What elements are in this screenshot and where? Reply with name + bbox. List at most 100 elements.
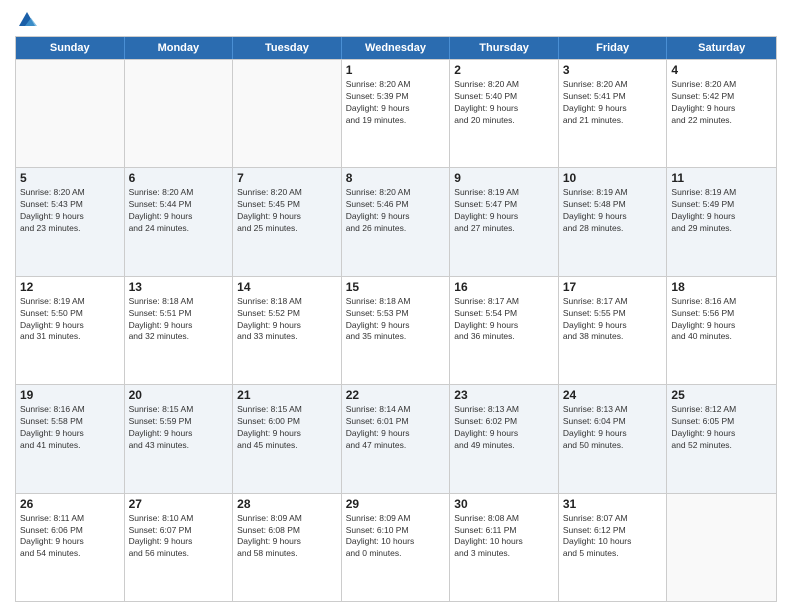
header-friday: Friday <box>559 37 668 59</box>
day-info: Sunrise: 8:17 AM Sunset: 5:55 PM Dayligh… <box>563 296 663 344</box>
cal-cell-w2-d7: 11 Sunrise: 8:19 AM Sunset: 5:49 PM Dayli… <box>667 168 776 275</box>
day-number: 21 <box>237 388 337 402</box>
day-info: Sunrise: 8:19 AM Sunset: 5:47 PM Dayligh… <box>454 187 554 235</box>
day-info: Sunrise: 8:18 AM Sunset: 5:51 PM Dayligh… <box>129 296 229 344</box>
cal-cell-w1-d1 <box>16 60 125 167</box>
cal-cell-w1-d3 <box>233 60 342 167</box>
day-info: Sunrise: 8:09 AM Sunset: 6:10 PM Dayligh… <box>346 513 446 561</box>
day-info: Sunrise: 8:09 AM Sunset: 6:08 PM Dayligh… <box>237 513 337 561</box>
cal-cell-w2-d2: 6Sunrise: 8:20 AM Sunset: 5:44 PM Daylig… <box>125 168 234 275</box>
cal-cell-w4-d6: 24 Sunrise: 8:13 AM Sunset: 6:04 PM Dayli… <box>559 385 668 492</box>
header-thursday: Thursday <box>450 37 559 59</box>
cal-cell-w4-d2: 20Sunrise: 8:15 AM Sunset: 5:59 PM Dayli… <box>125 385 234 492</box>
header-sunday: Sunday <box>16 37 125 59</box>
day-info: Sunrise: 8:10 AM Sunset: 6:07 PM Dayligh… <box>129 513 229 561</box>
week-row-1: 1 Sunrise: 8:20 AM Sunset: 5:39 PM Daylig… <box>16 59 776 167</box>
day-number: 10 <box>563 171 663 185</box>
day-info: Sunrise: 8:20 AM Sunset: 5:45 PM Dayligh… <box>237 187 337 235</box>
cal-cell-w4-d3: 21Sunrise: 8:15 AM Sunset: 6:00 PM Dayli… <box>233 385 342 492</box>
day-info: Sunrise: 8:16 AM Sunset: 5:58 PM Dayligh… <box>20 404 120 452</box>
header-tuesday: Tuesday <box>233 37 342 59</box>
cal-cell-w4-d4: 22 Sunrise: 8:14 AM Sunset: 6:01 PM Dayli… <box>342 385 451 492</box>
day-number: 12 <box>20 280 120 294</box>
day-info: Sunrise: 8:17 AM Sunset: 5:54 PM Dayligh… <box>454 296 554 344</box>
day-info: Sunrise: 8:11 AM Sunset: 6:06 PM Dayligh… <box>20 513 120 561</box>
day-info: Sunrise: 8:13 AM Sunset: 6:02 PM Dayligh… <box>454 404 554 452</box>
week-row-2: 5Sunrise: 8:20 AM Sunset: 5:43 PM Daylig… <box>16 167 776 275</box>
header <box>15 10 777 30</box>
cal-cell-w5-d6: 31 Sunrise: 8:07 AM Sunset: 6:12 PM Dayli… <box>559 494 668 601</box>
day-number: 27 <box>129 497 229 511</box>
day-number: 2 <box>454 63 554 77</box>
week-row-3: 12 Sunrise: 8:19 AM Sunset: 5:50 PM Dayli… <box>16 276 776 384</box>
day-number: 28 <box>237 497 337 511</box>
day-number: 24 <box>563 388 663 402</box>
page: Sunday Monday Tuesday Wednesday Thursday… <box>0 0 792 612</box>
cal-cell-w4-d1: 19 Sunrise: 8:16 AM Sunset: 5:58 PM Dayli… <box>16 385 125 492</box>
cal-cell-w1-d4: 1 Sunrise: 8:20 AM Sunset: 5:39 PM Daylig… <box>342 60 451 167</box>
day-number: 17 <box>563 280 663 294</box>
cal-cell-w3-d2: 13 Sunrise: 8:18 AM Sunset: 5:51 PM Dayli… <box>125 277 234 384</box>
day-number: 15 <box>346 280 446 294</box>
calendar-header: Sunday Monday Tuesday Wednesday Thursday… <box>16 37 776 59</box>
cal-cell-w5-d3: 28 Sunrise: 8:09 AM Sunset: 6:08 PM Dayli… <box>233 494 342 601</box>
cal-cell-w3-d3: 14 Sunrise: 8:18 AM Sunset: 5:52 PM Dayli… <box>233 277 342 384</box>
day-number: 4 <box>671 63 772 77</box>
day-info: Sunrise: 8:16 AM Sunset: 5:56 PM Dayligh… <box>671 296 772 344</box>
day-info: Sunrise: 8:19 AM Sunset: 5:49 PM Dayligh… <box>671 187 772 235</box>
cal-cell-w1-d7: 4 Sunrise: 8:20 AM Sunset: 5:42 PM Daylig… <box>667 60 776 167</box>
day-number: 11 <box>671 171 772 185</box>
day-number: 23 <box>454 388 554 402</box>
day-info: Sunrise: 8:12 AM Sunset: 6:05 PM Dayligh… <box>671 404 772 452</box>
day-info: Sunrise: 8:19 AM Sunset: 5:50 PM Dayligh… <box>20 296 120 344</box>
cal-cell-w1-d6: 3Sunrise: 8:20 AM Sunset: 5:41 PM Daylig… <box>559 60 668 167</box>
day-number: 16 <box>454 280 554 294</box>
cal-cell-w2-d3: 7 Sunrise: 8:20 AM Sunset: 5:45 PM Daylig… <box>233 168 342 275</box>
cal-cell-w3-d5: 16 Sunrise: 8:17 AM Sunset: 5:54 PM Dayli… <box>450 277 559 384</box>
day-number: 22 <box>346 388 446 402</box>
day-number: 1 <box>346 63 446 77</box>
day-info: Sunrise: 8:20 AM Sunset: 5:40 PM Dayligh… <box>454 79 554 127</box>
day-number: 7 <box>237 171 337 185</box>
week-row-4: 19 Sunrise: 8:16 AM Sunset: 5:58 PM Dayli… <box>16 384 776 492</box>
day-info: Sunrise: 8:07 AM Sunset: 6:12 PM Dayligh… <box>563 513 663 561</box>
day-info: Sunrise: 8:20 AM Sunset: 5:46 PM Dayligh… <box>346 187 446 235</box>
day-number: 25 <box>671 388 772 402</box>
day-number: 8 <box>346 171 446 185</box>
day-info: Sunrise: 8:20 AM Sunset: 5:42 PM Dayligh… <box>671 79 772 127</box>
cal-cell-w2-d4: 8 Sunrise: 8:20 AM Sunset: 5:46 PM Daylig… <box>342 168 451 275</box>
cal-cell-w5-d1: 26 Sunrise: 8:11 AM Sunset: 6:06 PM Dayli… <box>16 494 125 601</box>
cal-cell-w2-d6: 10Sunrise: 8:19 AM Sunset: 5:48 PM Dayli… <box>559 168 668 275</box>
cal-cell-w5-d4: 29 Sunrise: 8:09 AM Sunset: 6:10 PM Dayli… <box>342 494 451 601</box>
cal-cell-w5-d7 <box>667 494 776 601</box>
day-info: Sunrise: 8:15 AM Sunset: 5:59 PM Dayligh… <box>129 404 229 452</box>
calendar: Sunday Monday Tuesday Wednesday Thursday… <box>15 36 777 602</box>
day-number: 5 <box>20 171 120 185</box>
cal-cell-w5-d2: 27 Sunrise: 8:10 AM Sunset: 6:07 PM Dayli… <box>125 494 234 601</box>
day-number: 30 <box>454 497 554 511</box>
day-number: 13 <box>129 280 229 294</box>
cal-cell-w2-d5: 9 Sunrise: 8:19 AM Sunset: 5:47 PM Daylig… <box>450 168 559 275</box>
logo <box>15 10 39 30</box>
header-saturday: Saturday <box>667 37 776 59</box>
day-info: Sunrise: 8:14 AM Sunset: 6:01 PM Dayligh… <box>346 404 446 452</box>
day-info: Sunrise: 8:20 AM Sunset: 5:44 PM Dayligh… <box>129 187 229 235</box>
day-number: 14 <box>237 280 337 294</box>
cal-cell-w3-d1: 12 Sunrise: 8:19 AM Sunset: 5:50 PM Dayli… <box>16 277 125 384</box>
day-number: 19 <box>20 388 120 402</box>
day-info: Sunrise: 8:20 AM Sunset: 5:41 PM Dayligh… <box>563 79 663 127</box>
day-number: 29 <box>346 497 446 511</box>
day-info: Sunrise: 8:18 AM Sunset: 5:52 PM Dayligh… <box>237 296 337 344</box>
day-info: Sunrise: 8:20 AM Sunset: 5:39 PM Dayligh… <box>346 79 446 127</box>
header-wednesday: Wednesday <box>342 37 451 59</box>
cal-cell-w3-d7: 18 Sunrise: 8:16 AM Sunset: 5:56 PM Dayli… <box>667 277 776 384</box>
day-number: 26 <box>20 497 120 511</box>
cal-cell-w5-d5: 30 Sunrise: 8:08 AM Sunset: 6:11 PM Dayli… <box>450 494 559 601</box>
day-info: Sunrise: 8:13 AM Sunset: 6:04 PM Dayligh… <box>563 404 663 452</box>
cal-cell-w4-d7: 25 Sunrise: 8:12 AM Sunset: 6:05 PM Dayli… <box>667 385 776 492</box>
cal-cell-w3-d6: 17 Sunrise: 8:17 AM Sunset: 5:55 PM Dayli… <box>559 277 668 384</box>
day-info: Sunrise: 8:08 AM Sunset: 6:11 PM Dayligh… <box>454 513 554 561</box>
day-number: 9 <box>454 171 554 185</box>
day-number: 18 <box>671 280 772 294</box>
day-number: 31 <box>563 497 663 511</box>
